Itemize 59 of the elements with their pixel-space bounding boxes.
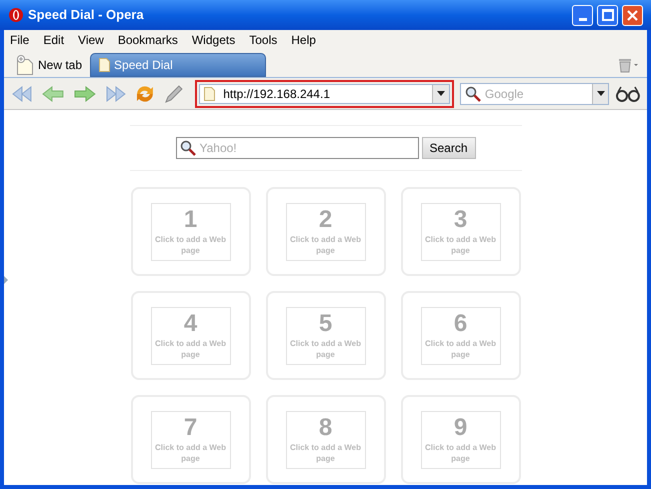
page-icon <box>204 86 216 100</box>
menu-item[interactable]: View <box>78 31 104 49</box>
speed-dial-card[interactable]: 1 Click to add a Web page <box>130 187 250 276</box>
new-page-icon <box>16 55 34 75</box>
caret-icon <box>436 91 445 96</box>
caret-icon <box>596 91 605 96</box>
dial-number: 6 <box>454 310 468 338</box>
dial-number: 1 <box>184 206 198 234</box>
panel-toggle-icon[interactable] <box>4 276 8 284</box>
dial-number: 7 <box>184 414 198 442</box>
speed-dial-card[interactable]: 6 Click to add a Web page <box>400 291 520 380</box>
dropdown-button[interactable] <box>432 84 449 102</box>
search-button[interactable]: Search <box>422 137 476 159</box>
menu-item[interactable]: Tools <box>249 31 278 49</box>
search-field[interactable]: Yahoo! <box>176 137 418 159</box>
speed-dial-card[interactable]: 2 Click to add a Web page <box>266 187 386 276</box>
maximize-button[interactable] <box>597 4 618 26</box>
dial-hint: Click to add a Web page <box>154 442 227 464</box>
dial-number: 5 <box>318 310 332 338</box>
dial-number: 3 <box>454 206 468 234</box>
speed-dial-card[interactable]: 7 Click to add a Web page <box>130 395 250 484</box>
dial-hint: Click to add a Web page <box>424 442 497 464</box>
new-tab-button[interactable]: New tab <box>12 53 86 77</box>
speed-dial-card[interactable]: 8 Click to add a Web page <box>266 395 386 484</box>
menu-item[interactable]: Bookmarks <box>118 31 178 49</box>
dial-hint: Click to add a Web page <box>289 338 362 360</box>
app-logo-icon <box>8 7 24 23</box>
trash-icon[interactable] <box>617 57 639 73</box>
dropdown-button[interactable] <box>592 84 608 104</box>
dial-number: 2 <box>318 206 332 234</box>
search-icon <box>180 140 196 156</box>
menu-item[interactable]: Edit <box>43 31 64 49</box>
dial-hint: Click to add a Web page <box>154 338 227 360</box>
dial-hint: Click to add a Web page <box>289 234 362 256</box>
close-button[interactable] <box>622 4 643 26</box>
menu-item[interactable]: Help <box>291 31 316 49</box>
window-title: Speed Dial - Opera <box>28 6 145 24</box>
menu-item[interactable]: File <box>10 31 30 49</box>
minimize-button[interactable] <box>572 4 593 26</box>
dial-hint: Click to add a Web page <box>424 234 497 256</box>
glasses-icon[interactable] <box>615 84 641 102</box>
dial-hint: Click to add a Web page <box>424 338 497 360</box>
page-icon <box>99 58 110 72</box>
tab[interactable]: Speed Dial <box>90 53 266 77</box>
close-icon <box>627 10 638 20</box>
dial-number: 8 <box>318 414 332 442</box>
dial-number: 9 <box>454 414 468 442</box>
dial-hint: Click to add a Web page <box>154 234 227 256</box>
web-search-field[interactable]: Google <box>460 82 610 104</box>
dial-hint: Click to add a Web page <box>289 442 362 464</box>
speed-dial-card[interactable]: 4 Click to add a Web page <box>130 291 250 380</box>
menu-item[interactable]: Widgets <box>192 31 236 49</box>
speed-dial-card[interactable]: 3 Click to add a Web page <box>400 187 520 276</box>
pen-icon[interactable] <box>163 82 186 104</box>
address-field[interactable]: http://192.168.244.1 <box>199 84 450 104</box>
speed-dial-card[interactable]: 9 Click to add a Web page <box>400 395 520 484</box>
search-icon <box>464 86 481 102</box>
speed-dial-card[interactable]: 5 Click to add a Web page <box>266 291 386 380</box>
dial-number: 4 <box>184 310 198 338</box>
